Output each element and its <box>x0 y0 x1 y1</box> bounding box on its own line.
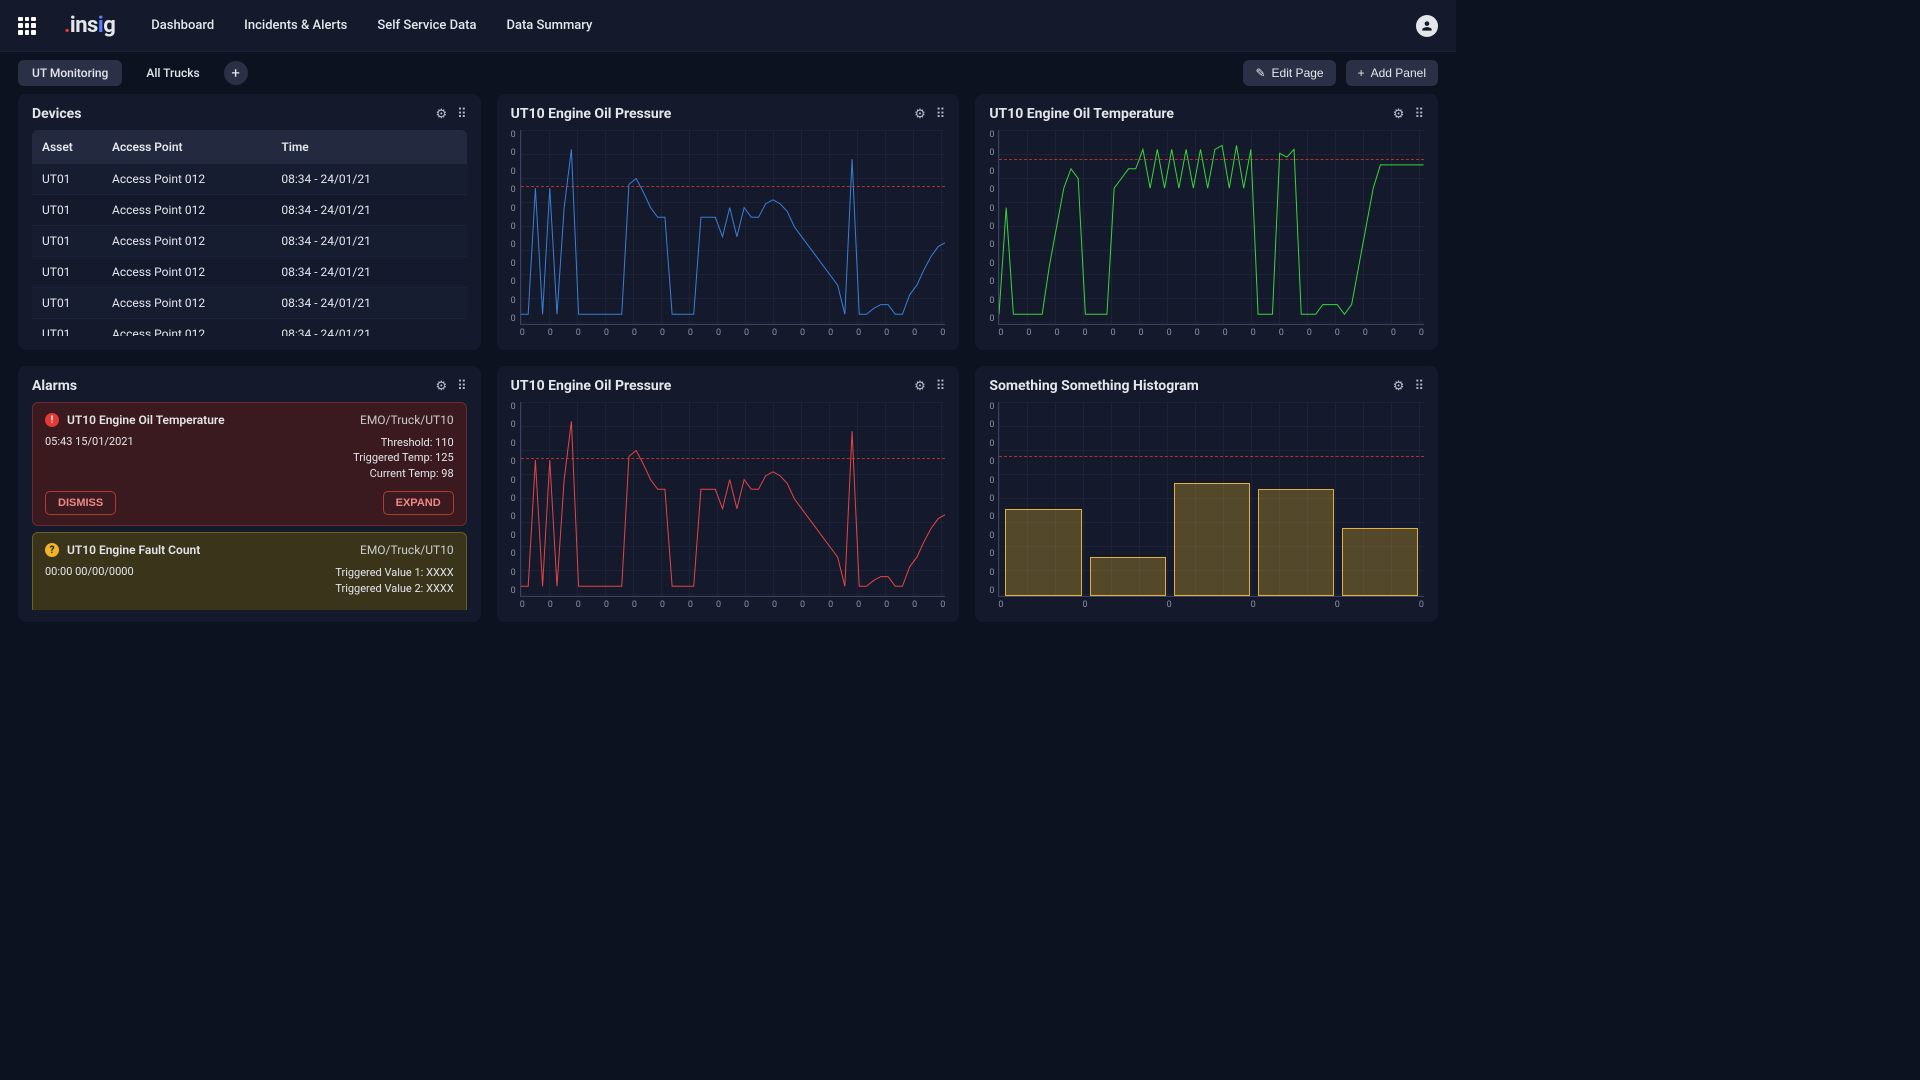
gear-icon[interactable]: ⚙ <box>1393 379 1405 394</box>
add-tab-button[interactable]: + <box>224 61 248 85</box>
table-header: Asset Access Point Time <box>32 130 467 164</box>
panel-title: UT10 Engine Oil Temperature <box>989 106 1174 122</box>
dismiss-button[interactable]: DISMISS <box>45 491 116 515</box>
tab-bar: UT Monitoring All Trucks + ✎ Edit Page +… <box>0 52 1456 94</box>
panel-title: UT10 Engine Oil Pressure <box>511 378 672 394</box>
table-row[interactable]: UT01Access Point 01208:34 - 24/01/21 <box>32 257 467 288</box>
alarm-title: UT10 Engine Fault Count <box>67 543 200 557</box>
histogram-bar <box>1258 489 1334 596</box>
alarm-status-icon: ! <box>45 413 59 427</box>
drag-handle-icon[interactable]: ⠿ <box>936 379 946 394</box>
table-row[interactable]: UT01Access Point 01208:34 - 24/01/21 <box>32 164 467 195</box>
panel-title: Devices <box>32 106 81 122</box>
panel-title: UT10 Engine Oil Pressure <box>511 106 672 122</box>
devices-table: Asset Access Point Time UT01Access Point… <box>32 130 467 338</box>
y-axis: 00000000000 <box>511 402 520 596</box>
chart-area <box>520 130 946 325</box>
topbar: .insig Dashboard Incidents & Alerts Self… <box>0 0 1456 52</box>
table-row[interactable]: UT01Access Point 01208:34 - 24/01/21 <box>32 195 467 226</box>
chart-area <box>998 402 1424 597</box>
table-body[interactable]: UT01Access Point 01208:34 - 24/01/21UT01… <box>32 164 467 336</box>
x-axis: 000000 <box>998 597 1424 610</box>
user-avatar-icon[interactable] <box>1416 15 1438 37</box>
alarm-details: Triggered Value 1: XXXXTriggered Value 2… <box>335 565 453 596</box>
drag-handle-icon[interactable]: ⠿ <box>1414 379 1424 394</box>
table-row[interactable]: UT01Access Point 01208:34 - 24/01/21 <box>32 288 467 319</box>
y-axis: 00000000000 <box>989 402 998 596</box>
panel-oil-temperature: UT10 Engine Oil Temperature ⚙ ⠿ 00000000… <box>975 94 1438 350</box>
panel-title: Something Something Histogram <box>989 378 1198 394</box>
edit-page-button[interactable]: ✎ Edit Page <box>1243 60 1335 86</box>
gear-icon[interactable]: ⚙ <box>914 379 926 394</box>
alarm-remaining: Remaining: 14m 59s <box>45 608 454 610</box>
tab-ut-monitoring[interactable]: UT Monitoring <box>18 60 122 86</box>
panel-alarms: Alarms ⚙ ⠿ ! UT10 Engine Oil Temperature E… <box>18 366 481 622</box>
apps-grid-icon[interactable] <box>18 17 36 35</box>
y-axis: 00000000000 <box>989 130 998 324</box>
alarm-details: Threshold: 110Triggered Temp: 125Current… <box>353 435 454 481</box>
x-axis: 0000000000000000 <box>998 325 1424 338</box>
histogram-bar <box>1090 557 1166 596</box>
histogram-bar <box>1174 483 1250 596</box>
y-axis: 00000000000 <box>511 130 520 324</box>
main-nav: Dashboard Incidents & Alerts Self Servic… <box>151 18 592 33</box>
nav-incidents[interactable]: Incidents & Alerts <box>244 18 347 33</box>
col-time: Time <box>281 140 450 154</box>
alarm-path: EMO/Truck/UT10 <box>360 413 454 427</box>
drag-handle-icon[interactable]: ⠿ <box>1414 107 1424 122</box>
alarm-status-icon: ? <box>45 543 59 557</box>
add-panel-button[interactable]: + Add Panel <box>1346 60 1438 86</box>
x-axis: 0000000000000000 <box>520 597 946 610</box>
panel-histogram: Something Something Histogram ⚙ ⠿ 000000… <box>975 366 1438 622</box>
histogram-bar <box>1342 528 1418 596</box>
alarm-timestamp: 05:43 15/01/2021 <box>45 435 134 481</box>
col-asset: Asset <box>42 140 112 154</box>
histogram-bar <box>1005 509 1081 596</box>
table-row[interactable]: UT01Access Point 01208:34 - 24/01/21 <box>32 319 467 336</box>
gear-icon[interactable]: ⚙ <box>914 107 926 122</box>
panel-grid: Devices ⚙ ⠿ Asset Access Point Time UT01… <box>0 94 1456 622</box>
add-panel-label: Add Panel <box>1371 66 1426 80</box>
pencil-icon: ✎ <box>1255 66 1265 80</box>
nav-data-summary[interactable]: Data Summary <box>506 18 592 33</box>
alarm-card[interactable]: ? UT10 Engine Fault Count EMO/Truck/UT10 00… <box>32 532 467 610</box>
nav-dashboard[interactable]: Dashboard <box>151 18 214 33</box>
histogram-bars <box>999 402 1424 596</box>
panel-devices: Devices ⚙ ⠿ Asset Access Point Time UT01… <box>18 94 481 350</box>
edit-page-label: Edit Page <box>1272 66 1324 80</box>
table-row[interactable]: UT01Access Point 01208:34 - 24/01/21 <box>32 226 467 257</box>
panel-oil-pressure-blue: UT10 Engine Oil Pressure ⚙ ⠿ 00000000000… <box>497 94 960 350</box>
expand-button[interactable]: EXPAND <box>383 491 454 515</box>
brand-logo: .insig <box>64 13 115 38</box>
gear-icon[interactable]: ⚙ <box>435 379 447 394</box>
drag-handle-icon[interactable]: ⠿ <box>936 107 946 122</box>
panel-title: Alarms <box>32 378 77 394</box>
alarm-card[interactable]: ! UT10 Engine Oil Temperature EMO/Truck/UT… <box>32 402 467 526</box>
chart-area <box>520 402 946 597</box>
drag-handle-icon[interactable]: ⠿ <box>457 379 467 394</box>
alarm-path: EMO/Truck/UT10 <box>360 543 454 557</box>
chart-area <box>998 130 1424 325</box>
col-access-point: Access Point <box>112 140 281 154</box>
tab-all-trucks[interactable]: All Trucks <box>132 60 213 86</box>
alarms-list[interactable]: ! UT10 Engine Oil Temperature EMO/Truck/UT… <box>32 402 467 610</box>
nav-self-service[interactable]: Self Service Data <box>377 18 476 33</box>
plus-icon: + <box>1358 66 1365 80</box>
gear-icon[interactable]: ⚙ <box>435 107 447 122</box>
alarm-title: UT10 Engine Oil Temperature <box>67 413 225 427</box>
alarm-timestamp: 00:00 00/00/0000 <box>45 565 134 596</box>
gear-icon[interactable]: ⚙ <box>1393 107 1405 122</box>
x-axis: 0000000000000000 <box>520 325 946 338</box>
panel-oil-pressure-red: UT10 Engine Oil Pressure ⚙ ⠿ 00000000000… <box>497 366 960 622</box>
drag-handle-icon[interactable]: ⠿ <box>457 107 467 122</box>
